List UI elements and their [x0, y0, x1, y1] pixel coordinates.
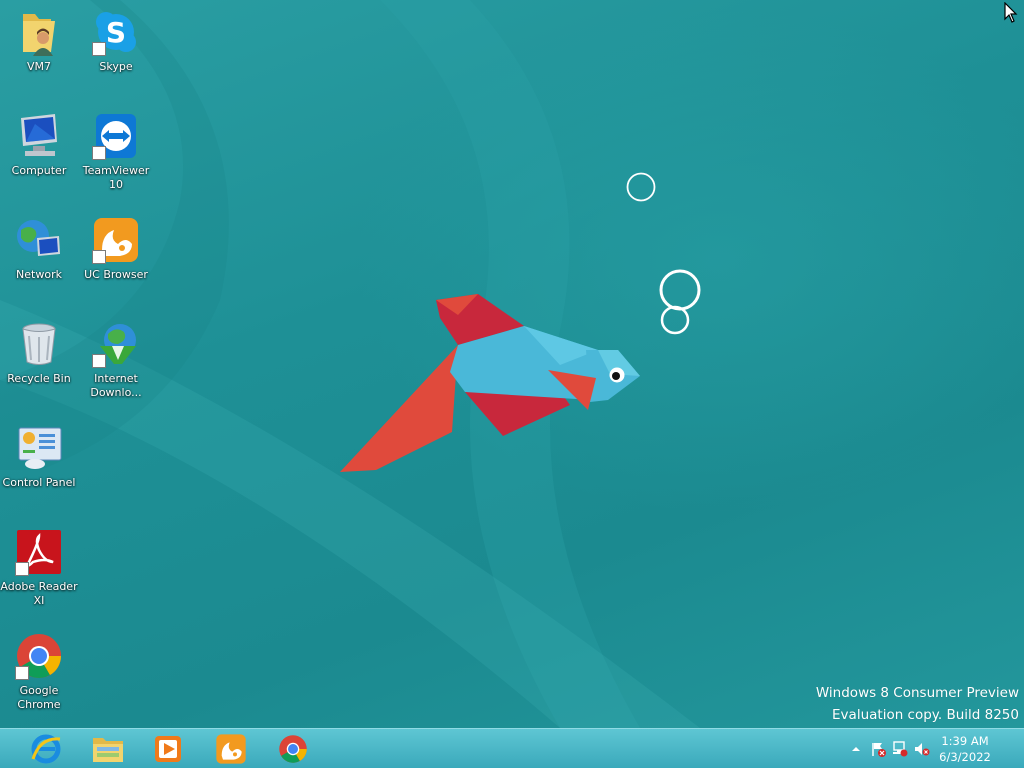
desktop-icon-control-panel[interactable]: Control Panel — [0, 418, 78, 514]
shortcut-arrow-icon — [15, 562, 29, 576]
taskbar-internet-explorer[interactable] — [16, 730, 76, 768]
desktop-icon-label: VM7 — [26, 60, 51, 73]
chrome-icon — [279, 735, 307, 763]
teamviewer-icon — [92, 112, 140, 160]
desktop-icon-label: Google Chrome — [17, 684, 61, 711]
network-status-icon[interactable] — [892, 741, 908, 757]
taskbar-clock[interactable]: 1:39 AM 6/3/2022 — [930, 733, 1000, 765]
desktop-icon-uc-browser[interactable]: UC Browser — [77, 210, 155, 306]
taskbar-file-explorer[interactable] — [78, 730, 138, 768]
desktop-icon-internet-download-manager[interactable]: Internet Downlo... — [77, 314, 155, 410]
desktop-icon-label: Network — [16, 268, 62, 281]
desktop-icon-vm7[interactable]: VM7 — [0, 2, 78, 98]
desktop-icon-teamviewer[interactable]: TeamViewer 10 — [77, 106, 155, 202]
system-tray: 1:39 AM 6/3/2022 — [834, 729, 1024, 768]
desktop-icon-label: Adobe Reader XI — [0, 580, 78, 607]
desktop-icon-network[interactable]: Network — [0, 210, 78, 306]
shortcut-arrow-icon — [15, 666, 29, 680]
uc-browser-icon — [92, 216, 140, 264]
taskbar: 1:39 AM 6/3/2022 — [0, 728, 1024, 768]
media-player-icon — [155, 736, 181, 762]
shortcut-arrow-icon — [92, 42, 106, 56]
show-hidden-icons-arrow[interactable] — [848, 741, 864, 757]
desktop[interactable]: VM7 S Skype Computer TeamViewer 10 Netwo… — [0, 0, 1024, 728]
desktop-icon-label: TeamViewer 10 — [82, 164, 150, 191]
svg-text:S: S — [106, 16, 126, 49]
internet-download-manager-icon — [92, 320, 140, 368]
windows-watermark: Windows 8 Consumer Preview Evaluation co… — [816, 682, 1019, 726]
mouse-pointer-icon — [1004, 2, 1018, 23]
network-icon — [15, 216, 63, 264]
user-folder-icon — [15, 8, 63, 56]
skype-icon: S — [92, 8, 140, 56]
chrome-icon — [15, 632, 63, 680]
desktop-icon-skype[interactable]: S Skype — [77, 2, 155, 98]
adobe-reader-icon — [15, 528, 63, 576]
desktop-icon-label: UC Browser — [84, 268, 148, 281]
taskbar-google-chrome[interactable] — [263, 730, 323, 768]
desktop-icon-label: Control Panel — [2, 476, 76, 489]
taskbar-uc-browser[interactable] — [201, 730, 261, 768]
desktop-icon-recycle-bin[interactable]: Recycle Bin — [0, 314, 78, 410]
desktop-icon-computer[interactable]: Computer — [0, 106, 78, 202]
control-panel-icon — [15, 424, 63, 472]
desktop-icon-label: Skype — [99, 60, 133, 73]
clock-date: 6/3/2022 — [939, 750, 991, 764]
shortcut-arrow-icon — [92, 354, 106, 368]
watermark-line-2: Evaluation copy. Build 8250 — [832, 707, 1019, 723]
file-explorer-icon — [93, 738, 123, 762]
taskbar-media-player[interactable] — [138, 730, 198, 768]
computer-icon — [15, 112, 63, 160]
desktop-icon-adobe-reader[interactable]: Adobe Reader XI — [0, 522, 78, 618]
uc-browser-icon — [216, 734, 246, 764]
desktop-icon-label: Recycle Bin — [7, 372, 71, 385]
volume-muted-icon[interactable] — [914, 741, 930, 757]
shortcut-arrow-icon — [92, 146, 106, 160]
internet-explorer-icon — [31, 734, 61, 764]
shortcut-arrow-icon — [92, 250, 106, 264]
clock-time: 1:39 AM — [941, 734, 989, 748]
desktop-icon-label: Internet Downlo... — [90, 372, 142, 399]
desktop-icon-google-chrome[interactable]: Google Chrome — [0, 626, 78, 722]
action-center-flag-icon[interactable] — [870, 741, 886, 757]
watermark-line-1: Windows 8 Consumer Preview — [815, 685, 1019, 701]
recycle-bin-icon — [15, 320, 63, 368]
desktop-icon-label: Computer — [11, 164, 67, 177]
